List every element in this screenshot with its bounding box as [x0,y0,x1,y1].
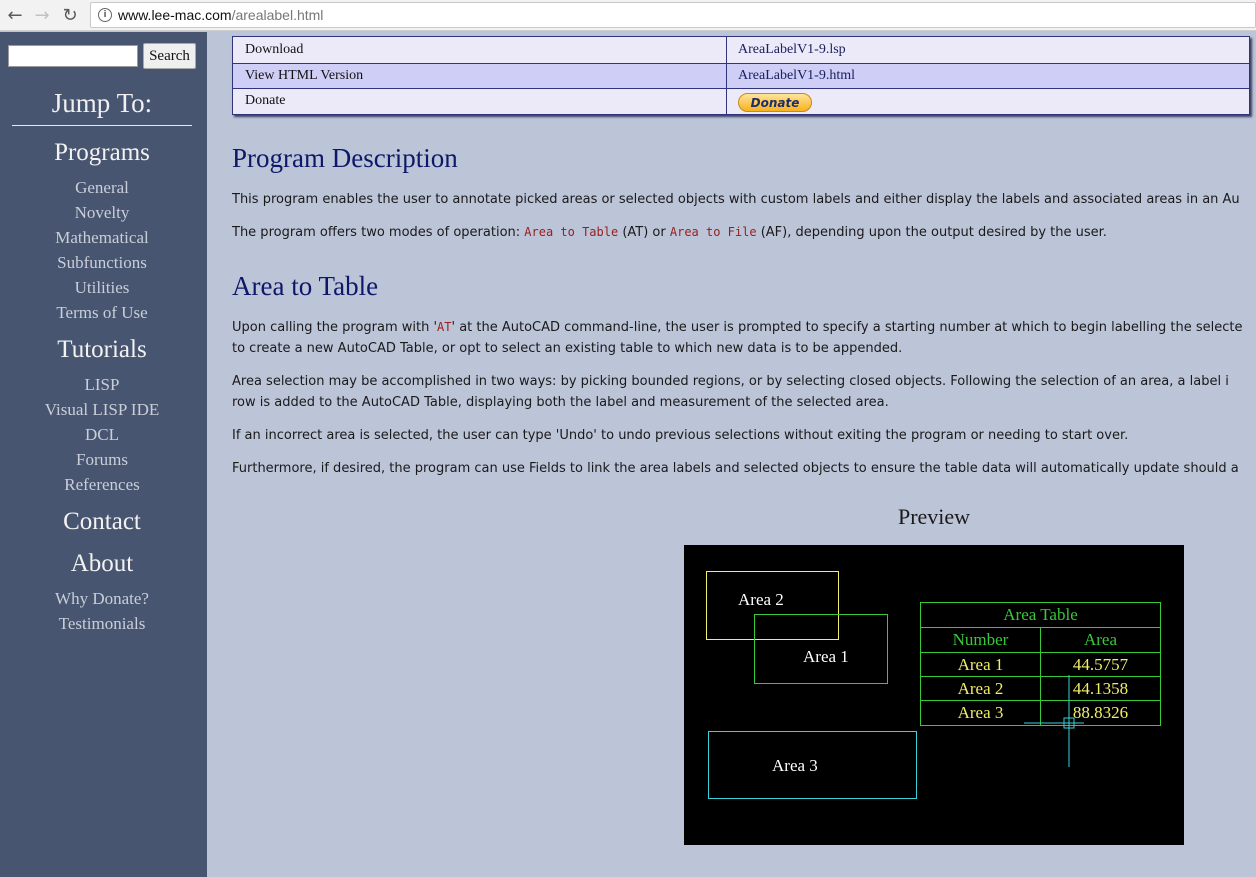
sidebar-item-general[interactable]: General [0,178,204,198]
sidebar-item-subfunctions[interactable]: Subfunctions [0,253,204,273]
text-span: The program offers two modes of operatio… [232,225,525,240]
sidebar-item-why-donate[interactable]: Why Donate? [0,589,204,609]
area-table-header-area: Area [1040,627,1161,653]
sidebar-tutorials[interactable]: Tutorials [0,336,204,364]
html-version-label: View HTML Version [245,68,364,83]
url-text[interactable]: www.lee-mac.com/arealabel.html [118,7,323,23]
text-span: to create a new AutoCAD Table, or opt to… [232,341,903,356]
text-span: row is added to the AutoCAD Table, displ… [232,395,889,410]
sidebar-item-terms-of-use[interactable]: Terms of Use [0,303,204,323]
sidebar-contact[interactable]: Contact [0,508,204,536]
info-icon[interactable]: i [98,8,112,22]
url-path: /arealabel.html [231,7,324,23]
forward-icon[interactable]: → [31,4,53,26]
att-paragraph-2: Area selection may be accomplished in tw… [232,371,1229,413]
area-3-label: Area 3 [772,756,818,775]
back-icon[interactable]: ← [4,4,26,26]
text-span: Upon calling the program with ' [232,320,438,335]
search-button[interactable]: Search [143,43,196,69]
code-at: AT [437,320,452,334]
preview-image: Area 2 Area 1 Area 3 Area Table Number A… [684,545,1184,845]
text-span: Area selection may be accomplished in tw… [232,374,1229,389]
att-paragraph-4: Furthermore, if desired, the program can… [232,461,1239,476]
sidebar-item-visual-lisp-ide[interactable]: Visual LISP IDE [0,400,204,420]
html-version-link[interactable]: AreaLabelV1-9.html [738,68,855,84]
sidebar-item-novelty[interactable]: Novelty [0,203,204,223]
program-description-heading: Program Description [232,143,458,173]
att-paragraph-3: If an incorrect area is selected, the us… [232,428,1129,443]
reload-icon[interactable]: ↻ [59,4,81,26]
downloads-table: Download AreaLabelV1-9.lsp View HTML Ver… [232,36,1250,115]
sidebar-programs[interactable]: Programs [0,139,204,167]
sidebar-item-references[interactable]: References [0,475,204,495]
address-bar[interactable]: i www.lee-mac.com/arealabel.html [90,2,1256,28]
text-span: (AF), depending upon the output desired … [756,225,1107,240]
description-paragraph-2: The program offers two modes of operatio… [232,222,1107,243]
url-host: www.lee-mac.com [118,7,232,23]
browser-toolbar: ← → ↻ i www.lee-mac.com/arealabel.html [0,0,1256,31]
sidebar-item-dcl[interactable]: DCL [0,425,204,445]
text-span: ' at the AutoCAD command-line, the user … [451,320,1243,335]
description-paragraph-1: This program enables the user to annotat… [232,192,1240,207]
divider [12,125,192,126]
sidebar-item-testimonials[interactable]: Testimonials [0,614,204,634]
donate-label: Donate [245,93,286,108]
area-2-label: Area 2 [738,590,784,609]
download-link[interactable]: AreaLabelV1-9.lsp [738,42,846,58]
code-area-to-table: Area to Table [524,225,619,239]
area-table-title: Area Table [920,602,1161,628]
area-1-label: Area 1 [803,647,849,666]
area-table-cell: 44.5757 [1040,652,1161,677]
donate-button[interactable]: Donate [738,93,812,112]
sidebar-item-utilities[interactable]: Utilities [0,278,204,298]
text-span: (AT) or [618,225,670,240]
area-table-cell: Area 1 [920,652,1041,677]
area-to-table-heading: Area to Table [232,271,379,301]
cad-cursor-icon [1024,675,1084,767]
preview-title: Preview [897,504,971,529]
table-row: View HTML Version AreaLabelV1-9.html [233,63,1249,89]
att-paragraph-1: Upon calling the program with 'AT' at th… [232,317,1242,359]
code-area-to-file: Area to File [669,225,757,239]
table-row: Download AreaLabelV1-9.lsp [233,37,1249,63]
column-divider [726,37,727,114]
search-input[interactable] [8,45,138,67]
download-label: Download [245,42,304,57]
area-table-header-number: Number [920,627,1041,653]
sidebar-item-lisp[interactable]: LISP [0,375,204,395]
sidebar-about[interactable]: About [0,550,204,578]
jump-to-heading: Jump To: [51,88,153,118]
sidebar: Search Jump To: Programs General Novelty… [0,32,207,877]
sidebar-item-forums[interactable]: Forums [0,450,204,470]
sidebar-item-mathematical[interactable]: Mathematical [0,228,204,248]
table-row: Donate Donate [233,89,1249,114]
